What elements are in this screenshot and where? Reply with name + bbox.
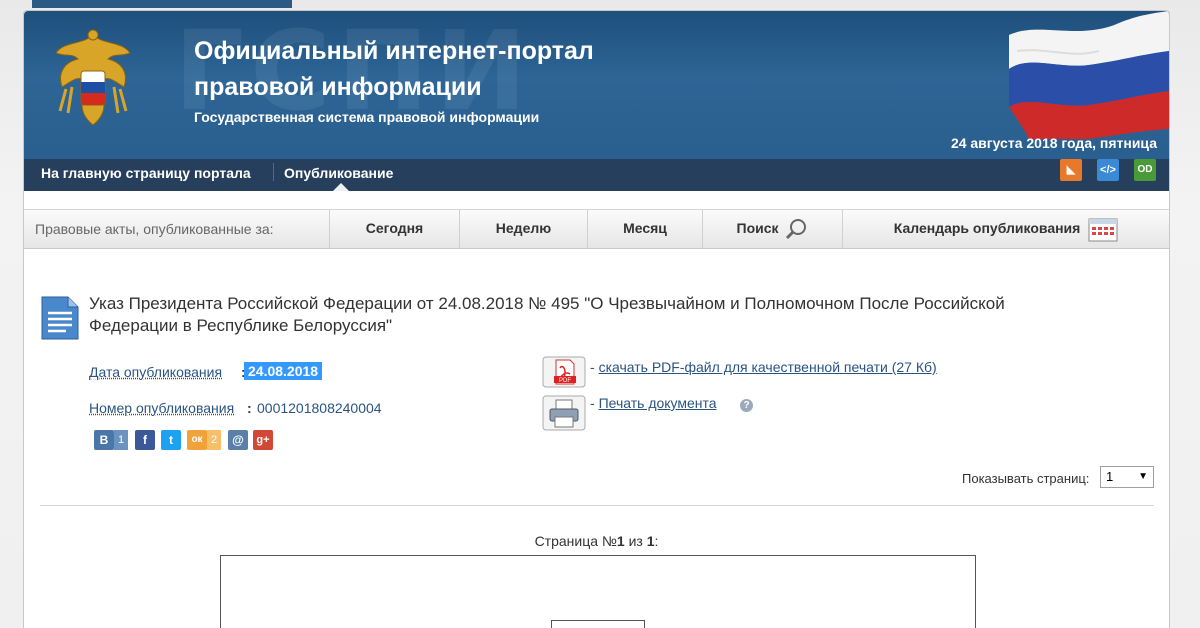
- portal-header: ГСПИ Официальный интернет-портал правово…: [24, 11, 1169, 159]
- pdf-icon-label: PDF: [559, 378, 571, 384]
- period-tabs: Правовые акты, опубликованные за: Сегодн…: [24, 209, 1169, 249]
- portal-title-line2: правовой информации: [194, 73, 482, 101]
- page-counter-suffix: :: [654, 533, 659, 549]
- pub-date-label: Дата опубликования: [89, 364, 223, 380]
- pub-number-label: Номер опубликования: [89, 400, 235, 416]
- pdf-download-link[interactable]: - скачать PDF-файл для качественной печа…: [590, 359, 937, 375]
- pages-count-value: 1: [1106, 469, 1114, 484]
- tab-calendar-label: Календарь опубликования: [893, 220, 1081, 236]
- tabs-label: Правовые акты, опубликованные за:: [35, 221, 274, 237]
- emblem-icon[interactable]: [52, 27, 134, 129]
- document-page-preview: [551, 620, 645, 628]
- print-link-text[interactable]: Печать документа: [599, 395, 717, 411]
- vk-share-icon[interactable]: В: [94, 430, 114, 450]
- nav-active-arrow: [333, 183, 349, 191]
- open-data-icon[interactable]: OD: [1134, 159, 1156, 181]
- document-title: Указ Президента Российской Федерации от …: [89, 294, 1005, 335]
- code-icon[interactable]: </>: [1097, 159, 1119, 181]
- page-counter-prefix: Страница №: [534, 533, 617, 549]
- pdf-link-prefix: -: [590, 359, 599, 375]
- page-counter-current: 1: [616, 533, 625, 549]
- top-stub-bar: [32, 0, 292, 8]
- document-viewer: [220, 555, 976, 628]
- odnoklassniki-share-icon[interactable]: ок: [187, 430, 207, 450]
- pub-number-value: 0001201808240004: [257, 400, 382, 416]
- print-document-link[interactable]: - Печать документа: [590, 395, 717, 411]
- document-icon: [41, 296, 79, 340]
- pages-count-label: Показывать страниц:: [962, 471, 1090, 486]
- pub-date-value: 24.08.2018: [244, 362, 323, 380]
- tab-month[interactable]: Месяц: [587, 210, 702, 248]
- page-counter: Страница №1 из 1:: [24, 533, 1169, 549]
- tab-today-label: Сегодня: [365, 220, 424, 236]
- calendar-icon: [1088, 218, 1118, 242]
- section-divider: [40, 505, 1154, 506]
- pub-number-colon: :: [247, 400, 252, 416]
- russian-flag-icon: [1009, 11, 1169, 139]
- twitter-share-icon[interactable]: t: [161, 430, 181, 450]
- tab-week-label: Неделю: [495, 220, 552, 236]
- search-icon: [786, 219, 807, 240]
- nav-separator: [273, 163, 274, 181]
- tab-calendar[interactable]: Календарь опубликования: [842, 210, 1169, 248]
- chevron-down-icon: ▼: [1138, 471, 1148, 482]
- portal-title-line1: Официальный интернет-портал: [194, 37, 594, 65]
- main-nav: На главную страницу портала Опубликовани…: [24, 159, 1169, 191]
- current-date: 24 августа 2018 года, пятница: [950, 135, 1157, 151]
- facebook-share-icon[interactable]: f: [135, 430, 155, 450]
- portal-title: Официальный интернет-портал правовой инф…: [194, 33, 674, 105]
- tab-month-label: Месяц: [623, 220, 667, 236]
- google-plus-share-icon[interactable]: g+: [253, 430, 273, 450]
- page-counter-mid: из: [624, 533, 647, 549]
- portal-page: ГСПИ Официальный интернет-портал правово…: [23, 10, 1170, 628]
- print-link-prefix: -: [590, 395, 599, 411]
- rss-icon[interactable]: ◣: [1060, 159, 1082, 181]
- help-icon[interactable]: ?: [740, 399, 753, 412]
- portal-subtitle: Государственная система правовой информа…: [194, 109, 540, 125]
- pdf-icon[interactable]: PDF: [542, 356, 586, 388]
- tab-search-label: Поиск: [736, 220, 779, 236]
- mail-share-icon[interactable]: @: [228, 430, 248, 450]
- tab-week[interactable]: Неделю: [459, 210, 587, 248]
- vk-share-count: 1: [114, 430, 129, 450]
- nav-item-home[interactable]: На главную страницу портала: [41, 159, 251, 191]
- odnoklassniki-share-count: 2: [207, 430, 222, 450]
- tab-today[interactable]: Сегодня: [329, 210, 459, 248]
- tab-search[interactable]: Поиск: [702, 210, 842, 248]
- printer-icon[interactable]: [542, 395, 586, 431]
- pdf-link-text[interactable]: скачать PDF-файл для качественной печати…: [599, 359, 937, 375]
- pages-count-select[interactable]: 1 ▼: [1100, 466, 1154, 488]
- page-counter-total: 1: [646, 533, 655, 549]
